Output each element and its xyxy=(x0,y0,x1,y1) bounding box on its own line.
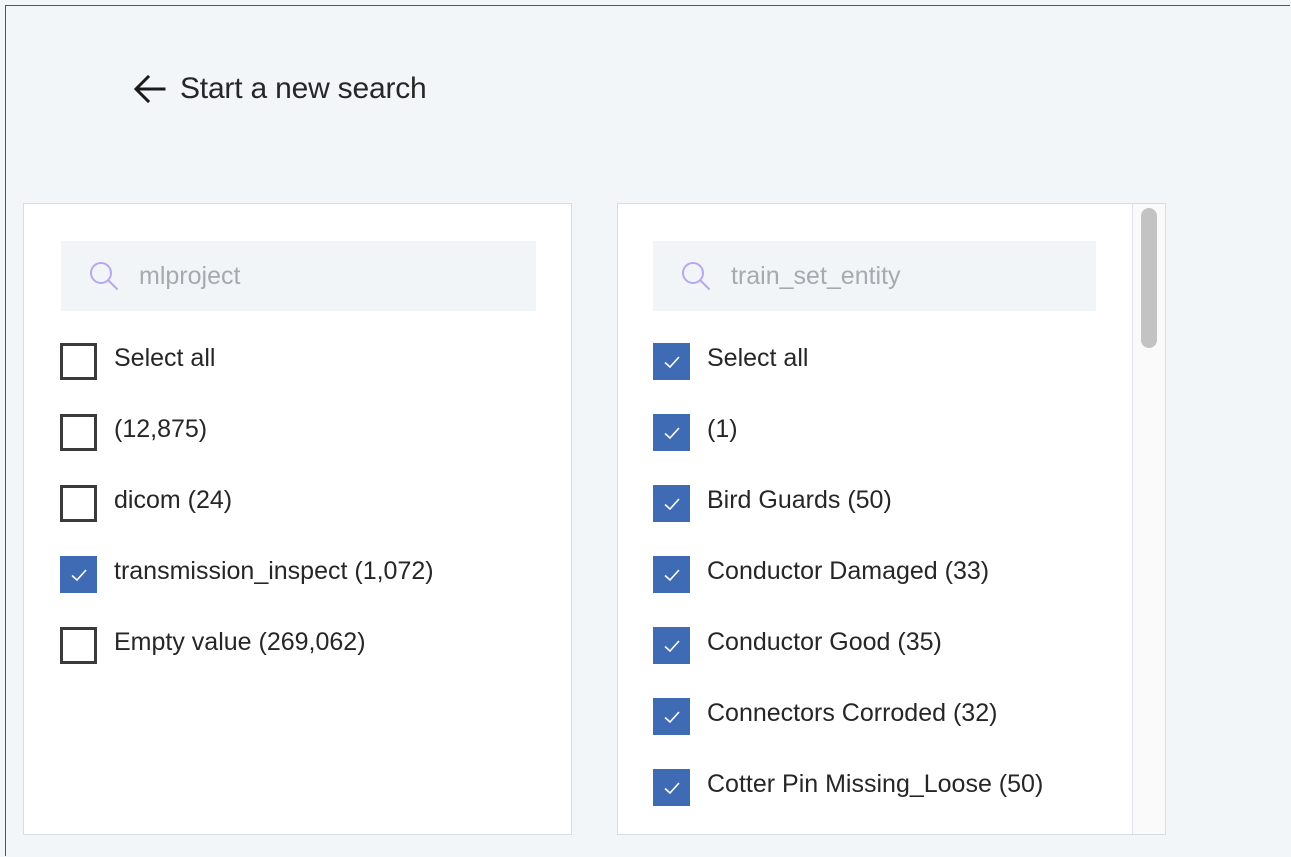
train-set-entity-option[interactable]: Cotter Pin Missing_Loose (50) xyxy=(653,767,1165,834)
checkmark-icon xyxy=(663,639,680,652)
mlproject-option[interactable]: Select all xyxy=(60,341,571,412)
checkbox-checked[interactable] xyxy=(653,627,690,664)
mlproject-option-label: Select all xyxy=(114,344,216,372)
checkmark-icon xyxy=(663,355,680,368)
mlproject-search-input[interactable] xyxy=(139,261,469,291)
search-icon xyxy=(90,262,118,290)
mlproject-option-label: Empty value (269,062) xyxy=(114,628,366,656)
search-icon xyxy=(682,262,710,290)
train-set-entity-filter-panel: Select all (1) Bird Guards (50) Conductor D… xyxy=(617,203,1166,835)
start-new-search-label: Start a new search xyxy=(180,72,427,105)
train-set-entity-option-label: Cotter Pin Missing_Loose (50) xyxy=(707,770,1044,798)
checkbox-unchecked[interactable] xyxy=(60,343,97,380)
train-set-entity-option[interactable]: Conductor Good (35) xyxy=(653,625,1165,696)
mlproject-option-label: dicom (24) xyxy=(114,486,233,514)
train-set-entity-option[interactable]: Conductor Damaged (33) xyxy=(653,554,1165,625)
train-set-entity-option[interactable]: Select all xyxy=(653,341,1165,412)
checkmark-icon xyxy=(663,497,680,510)
train-set-entity-option-label: Connectors Corroded (32) xyxy=(707,699,998,727)
mlproject-option-label: (12,875) xyxy=(114,415,208,443)
checkbox-checked[interactable] xyxy=(653,698,690,735)
checkbox-checked[interactable] xyxy=(653,414,690,451)
train-set-entity-option-label: (1) xyxy=(707,415,738,443)
mlproject-option[interactable]: Empty value (269,062) xyxy=(60,625,571,696)
mlproject-option[interactable]: transmission_inspect (1,072) xyxy=(60,554,571,625)
checkbox-checked[interactable] xyxy=(653,769,690,806)
checkmark-icon xyxy=(663,426,680,439)
train-set-entity-option-list: Select all (1) Bird Guards (50) Conductor D… xyxy=(653,341,1165,834)
checkbox-checked[interactable] xyxy=(653,343,690,380)
mlproject-option[interactable]: dicom (24) xyxy=(60,483,571,554)
mlproject-filter-panel: Select all (12,875) dicom (24) transmission… xyxy=(23,203,572,835)
mlproject-option-list: Select all (12,875) dicom (24) transmission… xyxy=(60,341,571,696)
train-set-entity-option[interactable]: Connectors Corroded (32) xyxy=(653,696,1165,767)
train-set-entity-search-input[interactable] xyxy=(731,261,1061,291)
checkmark-icon xyxy=(663,781,680,794)
checkbox-unchecked[interactable] xyxy=(60,627,97,664)
mlproject-option-label: transmission_inspect (1,072) xyxy=(114,557,434,585)
scrollbar-thumb[interactable] xyxy=(1141,208,1157,348)
train-set-entity-search-box[interactable] xyxy=(653,241,1096,311)
mlproject-search-box[interactable] xyxy=(61,241,536,311)
checkmark-icon xyxy=(663,568,680,581)
checkbox-unchecked[interactable] xyxy=(60,414,97,451)
checkbox-checked[interactable] xyxy=(60,556,97,593)
start-new-search-link[interactable]: Start a new search xyxy=(132,72,427,106)
train-set-entity-option-label: Bird Guards (50) xyxy=(707,486,892,514)
checkbox-checked[interactable] xyxy=(653,485,690,522)
checkmark-icon xyxy=(663,710,680,723)
scrollbar[interactable] xyxy=(1132,204,1165,834)
train-set-entity-option-label: Select all xyxy=(707,344,809,372)
checkbox-unchecked[interactable] xyxy=(60,485,97,522)
mlproject-option[interactable]: (12,875) xyxy=(60,412,571,483)
checkmark-icon xyxy=(70,568,87,581)
train-set-entity-option-label: Conductor Good (35) xyxy=(707,628,942,656)
train-set-entity-option[interactable]: Bird Guards (50) xyxy=(653,483,1165,554)
train-set-entity-option-label: Conductor Damaged (33) xyxy=(707,557,990,585)
arrow-left-icon xyxy=(133,74,166,104)
checkbox-checked[interactable] xyxy=(653,556,690,593)
train-set-entity-option[interactable]: (1) xyxy=(653,412,1165,483)
